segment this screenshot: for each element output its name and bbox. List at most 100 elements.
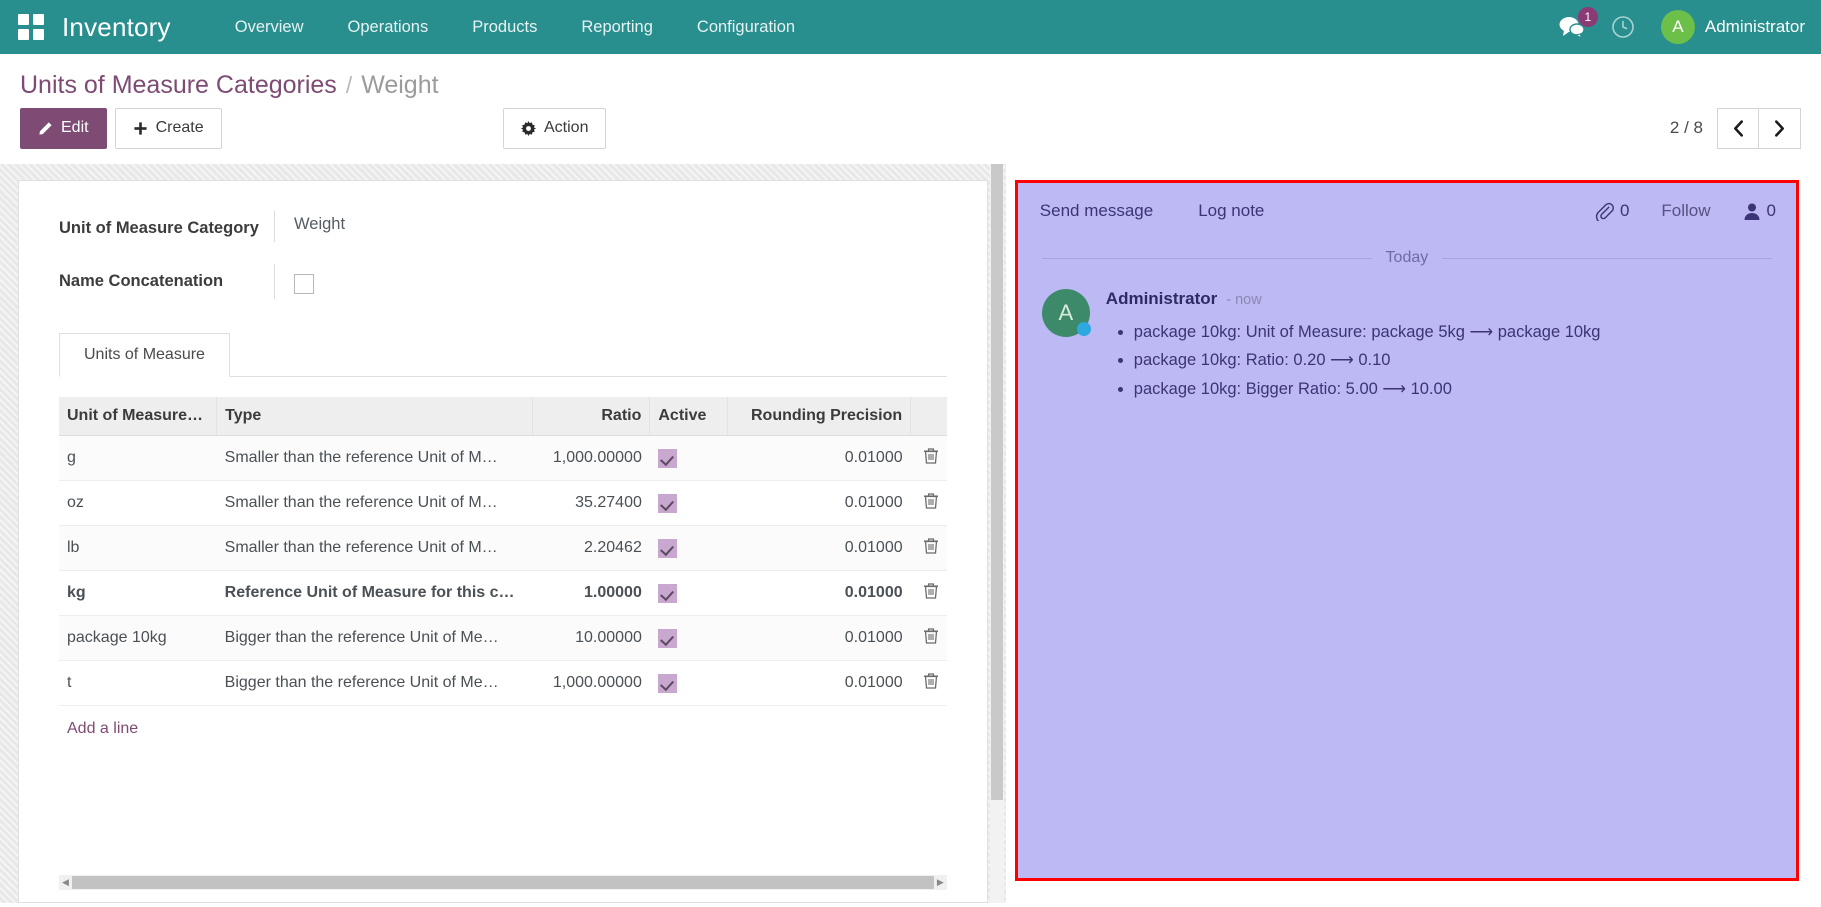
cell-rounding-precision: 0.01000: [727, 661, 910, 706]
column-header-type[interactable]: Type: [217, 397, 533, 436]
column-header-rounding-precision[interactable]: Rounding Precision: [727, 397, 910, 436]
name-concatenation-checkbox[interactable]: [294, 274, 314, 294]
cell-delete: [911, 616, 947, 661]
cell-ratio: 10.00000: [532, 616, 649, 661]
cell-active: [650, 481, 727, 526]
form-sheet: Unit of Measure Category Weight Name Con…: [18, 180, 988, 903]
active-checkbox[interactable]: [658, 449, 677, 468]
cell-active: [650, 436, 727, 481]
user-menu[interactable]: A Administrator: [1661, 10, 1805, 44]
table-header-row: Unit of Measure… Type Ratio Active Round…: [59, 397, 947, 436]
cell-ratio: 1,000.00000: [532, 436, 649, 481]
breadcrumb-separator: /: [346, 72, 352, 99]
table-row[interactable]: package 10kg Bigger than the reference U…: [59, 616, 947, 661]
cell-type: Bigger than the reference Unit of Me…: [217, 661, 533, 706]
pager-next-button[interactable]: [1759, 108, 1801, 149]
trash-icon[interactable]: [923, 676, 939, 693]
clock-icon: [1611, 15, 1635, 39]
scroll-right-icon[interactable]: ▶: [934, 877, 947, 888]
message-header: Administrator - now: [1106, 289, 1601, 309]
control-panel: Edit Create Action 2 / 8: [0, 106, 1821, 164]
column-header-ratio[interactable]: Ratio: [532, 397, 649, 436]
attachment-count: 0: [1620, 201, 1629, 221]
follow-button[interactable]: Follow: [1661, 201, 1710, 221]
pager-buttons: [1717, 108, 1801, 149]
active-checkbox[interactable]: [658, 674, 677, 693]
date-separator-label: Today: [1386, 249, 1429, 267]
activity-clock-button[interactable]: [1611, 15, 1635, 39]
cell-ratio: 1.00000: [532, 571, 649, 616]
breadcrumb-root-link[interactable]: Units of Measure Categories: [20, 71, 337, 100]
cell-unit-of-measure: lb: [59, 526, 217, 571]
nav-item-products[interactable]: Products: [450, 12, 559, 43]
send-message-button[interactable]: Send message: [1040, 201, 1153, 221]
trash-icon[interactable]: [923, 451, 939, 468]
nav-item-configuration[interactable]: Configuration: [675, 12, 817, 43]
field-value-uom-category[interactable]: Weight: [294, 211, 345, 242]
field-label-uom-category: Unit of Measure Category: [59, 211, 274, 242]
table-row[interactable]: oz Smaller than the reference Unit of M……: [59, 481, 947, 526]
nav-item-reporting[interactable]: Reporting: [559, 12, 675, 43]
field-name-concatenation: Name Concatenation: [59, 264, 947, 299]
cell-rounding-precision: 0.01000: [727, 616, 910, 661]
navbar-right-tools: 1 A Administrator: [1559, 10, 1805, 44]
apps-grid-icon[interactable]: [18, 14, 44, 40]
chatter-toolbar-right: 0 Follow 0: [1595, 201, 1776, 221]
chevron-right-icon: [1773, 120, 1786, 137]
breadcrumb-current-record: Weight: [361, 71, 438, 100]
message-avatar: A: [1042, 289, 1090, 337]
scroll-left-icon[interactable]: ◀: [59, 877, 72, 888]
cell-delete: [911, 571, 947, 616]
active-checkbox[interactable]: [658, 629, 677, 648]
pager-previous-button[interactable]: [1717, 108, 1759, 149]
trash-icon[interactable]: [923, 586, 939, 603]
chevron-left-icon: [1732, 120, 1745, 137]
active-checkbox[interactable]: [658, 539, 677, 558]
cell-rounding-precision: 0.01000: [727, 436, 910, 481]
cell-type: Smaller than the reference Unit of M…: [217, 481, 533, 526]
app-brand-inventory[interactable]: Inventory: [62, 12, 171, 43]
trash-icon[interactable]: [923, 496, 939, 513]
notebook: Units of Measure Unit of Measure… Type R…: [59, 333, 947, 752]
trash-icon[interactable]: [923, 631, 939, 648]
tab-units-of-measure[interactable]: Units of Measure: [59, 333, 230, 377]
vertical-scrollbar[interactable]: [990, 164, 1004, 903]
messages-badge: 1: [1578, 7, 1598, 27]
list-item: package 10kg: Ratio: 0.20 ⟶ 0.10: [1134, 346, 1601, 374]
horizontal-scrollbar-thumb[interactable]: [72, 876, 934, 889]
notebook-tabs: Units of Measure: [59, 333, 947, 377]
log-note-button[interactable]: Log note: [1198, 201, 1264, 221]
trash-icon[interactable]: [923, 541, 939, 558]
cell-ratio: 2.20462: [532, 526, 649, 571]
online-status-dot: [1077, 322, 1091, 336]
add-a-line-link[interactable]: Add a line: [59, 706, 146, 752]
table-row[interactable]: kg Reference Unit of Measure for this c……: [59, 571, 947, 616]
table-row[interactable]: g Smaller than the reference Unit of M… …: [59, 436, 947, 481]
cell-delete: [911, 526, 947, 571]
cell-rounding-precision: 0.01000: [727, 571, 910, 616]
table-row[interactable]: lb Smaller than the reference Unit of M……: [59, 526, 947, 571]
followers-button[interactable]: 0: [1743, 201, 1776, 221]
create-button[interactable]: Create: [115, 108, 222, 149]
nav-item-overview[interactable]: Overview: [213, 12, 326, 43]
edit-button[interactable]: Edit: [20, 108, 107, 149]
vertical-scrollbar-thumb[interactable]: [991, 164, 1003, 800]
active-checkbox[interactable]: [658, 584, 677, 603]
action-button[interactable]: Action: [503, 108, 606, 149]
active-checkbox[interactable]: [658, 494, 677, 513]
message-body: package 10kg: Unit of Measure: package 5…: [1106, 318, 1601, 403]
cell-rounding-precision: 0.01000: [727, 526, 910, 571]
date-separator: Today: [1018, 235, 1796, 267]
cell-active: [650, 661, 727, 706]
column-header-unit-of-measure[interactable]: Unit of Measure…: [59, 397, 217, 436]
nav-item-operations[interactable]: Operations: [326, 12, 451, 43]
horizontal-scrollbar[interactable]: ◀ ▶: [59, 875, 947, 890]
column-header-active[interactable]: Active: [650, 397, 727, 436]
chatter-message: A Administrator - now package 10kg: Unit…: [1018, 267, 1796, 403]
messages-button[interactable]: 1: [1559, 16, 1585, 38]
attachments-button[interactable]: 0: [1595, 201, 1629, 221]
user-name-label: Administrator: [1705, 17, 1805, 37]
cell-unit-of-measure: oz: [59, 481, 217, 526]
cell-type: Bigger than the reference Unit of Me…: [217, 616, 533, 661]
table-row[interactable]: t Bigger than the reference Unit of Me… …: [59, 661, 947, 706]
